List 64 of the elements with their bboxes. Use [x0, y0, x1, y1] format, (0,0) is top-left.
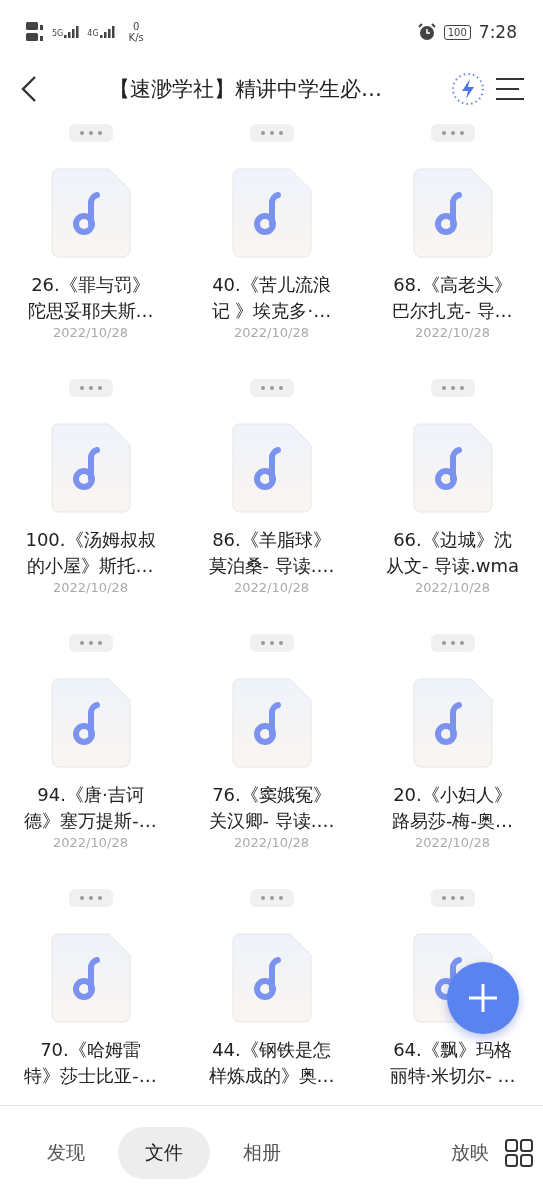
music-file-icon [231, 678, 312, 768]
speed-unit: K/s [128, 32, 144, 43]
file-date: 2022/10/28 [53, 325, 128, 340]
file-name[interactable]: 70.《哈姆雷 特》莎士比亚-… [24, 1037, 157, 1089]
file-name[interactable]: 20.《小妇人》 路易莎-梅-奥… [392, 782, 513, 834]
more-icon[interactable] [68, 634, 113, 652]
music-file-icon [231, 933, 312, 1023]
file-name[interactable]: 44.《钢铁是怎 样炼成的》奥… [208, 1037, 335, 1089]
file-name[interactable]: 68.《高老头》 巴尔扎克- 导… [392, 272, 513, 324]
more-icon[interactable] [68, 889, 113, 907]
network-label: 4G [87, 29, 99, 38]
music-file-icon [50, 933, 131, 1023]
more-icon[interactable] [430, 889, 475, 907]
music-file-icon [50, 168, 131, 258]
window-title: 【速渺学社】精讲中学生必… [108, 76, 383, 103]
music-file-icon [50, 423, 131, 513]
alarm-icon [417, 23, 436, 41]
music-file-icon [412, 678, 493, 768]
music-file-icon [412, 168, 493, 258]
nav-tab[interactable]: 放映 [451, 1127, 489, 1179]
network-label: 5G [52, 29, 64, 38]
file-name[interactable]: 40.《苦儿流浪 记 》埃克多·… [211, 272, 332, 324]
signal-icon [64, 26, 80, 38]
more-icon[interactable] [430, 379, 475, 397]
file-date: 2022/10/28 [234, 325, 309, 340]
file-name[interactable]: 26.《罪与罚》 陀思妥耶夫斯… [27, 272, 154, 324]
add-button[interactable] [447, 962, 519, 1034]
music-file-icon [231, 168, 312, 258]
nav-tab[interactable]: 发现 [20, 1127, 112, 1179]
nav-tab[interactable]: 相册 [216, 1127, 308, 1179]
more-icon[interactable] [430, 124, 475, 142]
file-date: 2022/10/28 [234, 835, 309, 850]
file-date: 2022/10/28 [53, 580, 128, 595]
file-name[interactable]: 100.《汤姆叔叔 的小屋》斯托… [25, 527, 156, 579]
nav-tab[interactable]: 文件 [118, 1127, 210, 1179]
file-name[interactable]: 66.《边城》沈 从文- 导读.wma [385, 527, 520, 579]
menu-icon[interactable] [495, 77, 525, 101]
more-icon[interactable] [430, 634, 475, 652]
file-date: 2022/10/28 [234, 580, 309, 595]
clock-time: 7:28 [478, 22, 517, 42]
more-icon[interactable] [68, 124, 113, 142]
more-icon[interactable] [249, 124, 294, 142]
signal-icon [99, 26, 115, 38]
file-name[interactable]: 94.《唐·吉诃 德》塞万提斯-… [24, 782, 157, 834]
file-name[interactable]: 76.《窦娥冤》 关汉卿- 导读.… [208, 782, 335, 834]
file-name[interactable]: 64.《飘》玛格 丽特·米切尔- … [389, 1037, 516, 1089]
file-date: 2022/10/28 [415, 325, 490, 340]
more-icon[interactable] [249, 634, 294, 652]
music-file-icon [50, 678, 131, 768]
music-file-icon [231, 423, 312, 513]
file-date: 2022/10/28 [415, 580, 490, 595]
music-file-icon [412, 423, 493, 513]
file-date: 2022/10/28 [53, 835, 128, 850]
more-icon[interactable] [249, 379, 294, 397]
more-icon[interactable] [68, 379, 113, 397]
lightning-icon[interactable] [451, 72, 485, 106]
plus-icon [468, 983, 498, 1013]
file-name[interactable]: 86.《羊脂球》 莫泊桑- 导读.… [208, 527, 335, 579]
battery-level: 100 [443, 24, 471, 40]
grid-icon[interactable] [505, 1139, 533, 1167]
speed-value: 0 [132, 21, 140, 32]
sim-icon [26, 21, 44, 43]
file-date: 2022/10/28 [415, 835, 490, 850]
more-icon[interactable] [249, 889, 294, 907]
